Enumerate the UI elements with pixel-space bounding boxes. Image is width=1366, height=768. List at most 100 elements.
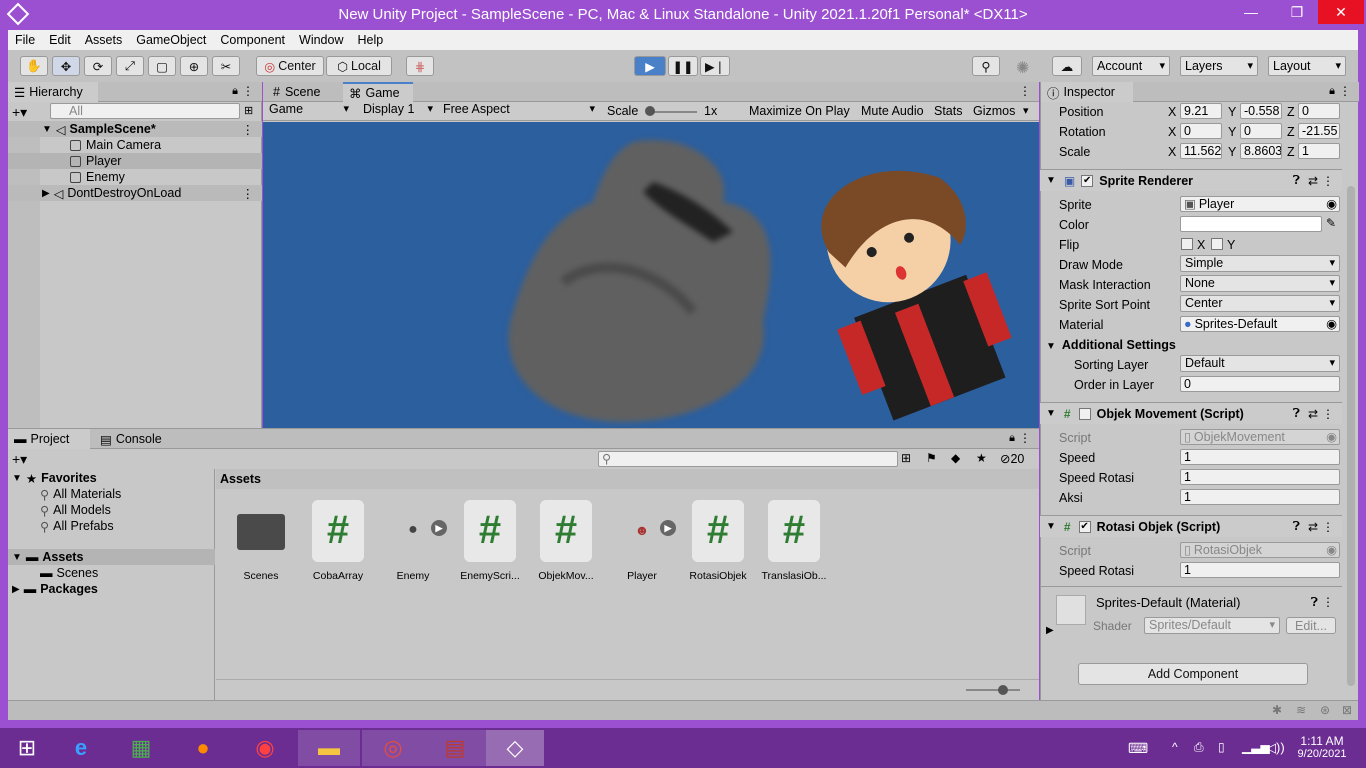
scale-x-field[interactable]: 11.562 xyxy=(1180,143,1222,159)
aksi-field[interactable]: 1 xyxy=(1180,489,1340,505)
object-picker-icon[interactable]: ◉ xyxy=(1326,197,1337,211)
inspector-menu-icon[interactable]: ⋮ xyxy=(1339,84,1351,98)
tab-game[interactable]: ⌘ Game xyxy=(343,82,413,102)
tray-chevron-icon[interactable]: ^ xyxy=(1172,740,1178,754)
color-swatch[interactable] xyxy=(1180,216,1322,232)
grid-snap-icon[interactable]: ⋕ xyxy=(406,56,434,76)
transform-tool-icon[interactable]: ⊕ xyxy=(180,56,208,76)
tab-hierarchy[interactable]: ☰ Hierarchy xyxy=(8,82,98,102)
asset-item[interactable]: ☻ ▶ Player xyxy=(607,500,677,582)
position-y-field[interactable]: -0.558 xyxy=(1240,103,1282,119)
flip-y-checkbox[interactable] xyxy=(1211,238,1223,250)
layout-dropdown[interactable]: Layout xyxy=(1268,56,1346,76)
lighting-icon[interactable]: ⊠ xyxy=(1342,703,1352,717)
rotasi-objek-header[interactable]: ▼ # ✔ Rotasi Objek (Script) ❓︎ ⇄ ⋮ xyxy=(1040,515,1342,537)
asset-item[interactable]: # RotasiObjek xyxy=(683,500,753,582)
expand-arrow-icon[interactable]: ▼ xyxy=(1046,175,1056,186)
menu-assets[interactable]: Assets xyxy=(78,30,130,50)
flip-x-checkbox[interactable] xyxy=(1181,238,1193,250)
gizmos-dropdown-icon[interactable]: ▾ xyxy=(1023,104,1029,117)
game-viewport[interactable] xyxy=(263,122,1039,428)
expand-arrow-icon[interactable]: ▼ xyxy=(1046,408,1056,419)
draw-mode-dropdown[interactable]: Simple xyxy=(1180,255,1340,272)
scale-z-field[interactable]: 1 xyxy=(1298,143,1340,159)
collapse-arrow-icon[interactable]: ▶ xyxy=(12,584,20,595)
stats-toggle[interactable]: Stats xyxy=(934,104,963,118)
menu-window[interactable]: Window xyxy=(292,30,350,50)
favorites-row[interactable]: ▼ ★ Favorites xyxy=(12,470,97,486)
store-icon[interactable]: ▦ xyxy=(114,730,168,766)
favorite-item[interactable]: ⚲ All Materials xyxy=(40,486,121,502)
add-component-button[interactable]: Add Component xyxy=(1078,663,1308,685)
create-plus-icon[interactable]: +▾ xyxy=(12,104,27,121)
expand-sprite-icon[interactable]: ▶ xyxy=(660,520,676,536)
collapse-arrow-icon[interactable]: ▶ xyxy=(42,188,50,199)
scale-slider-handle[interactable] xyxy=(645,106,655,116)
favorite-item[interactable]: ⚲ All Prefabs xyxy=(40,518,114,534)
battery-icon[interactable]: ▯ xyxy=(1218,740,1225,754)
help-icon[interactable]: ❓︎ xyxy=(1293,406,1300,421)
asset-item[interactable]: # ObjekMov... xyxy=(531,500,601,582)
menu-file[interactable]: File xyxy=(8,30,42,50)
shader-edit-button[interactable]: Edit... xyxy=(1286,617,1336,634)
material-menu-icon[interactable]: ⋮ xyxy=(1322,595,1334,609)
clock[interactable]: 1:11 AM 9/20/2021 xyxy=(1296,734,1348,760)
rotation-y-field[interactable]: 0 xyxy=(1240,123,1282,139)
favorite-star-icon[interactable]: ★ xyxy=(976,451,987,465)
tray-app-icon[interactable]: ⎙ xyxy=(1194,740,1204,755)
help-icon[interactable]: ❓︎ xyxy=(1293,173,1300,188)
speed-rotasi-field[interactable]: 1 xyxy=(1180,562,1340,578)
ddol-menu-icon[interactable]: ⋮ xyxy=(242,186,255,201)
scene-menu-icon[interactable]: ⋮ xyxy=(242,122,255,137)
menu-edit[interactable]: Edit xyxy=(42,30,78,50)
aspect-dropdown[interactable]: Free Aspect xyxy=(439,102,599,119)
step-button[interactable]: ▶❘ xyxy=(700,56,730,76)
component-menu-icon[interactable]: ⋮ xyxy=(1322,407,1334,421)
services-icon[interactable]: ✺ xyxy=(1016,58,1029,78)
scale-y-field[interactable]: 8.8603 xyxy=(1240,143,1282,159)
layers-stack-icon[interactable]: ≋ xyxy=(1296,703,1306,717)
position-x-field[interactable]: 9.21 xyxy=(1180,103,1222,119)
order-in-layer-field[interactable]: 0 xyxy=(1180,376,1340,392)
game-view-dropdown[interactable]: Game xyxy=(265,102,353,119)
maximize-on-play-toggle[interactable]: Maximize On Play xyxy=(749,104,850,118)
lock-icon[interactable]: 🔒︎ xyxy=(1009,432,1015,445)
tab-project[interactable]: ▬ Project xyxy=(8,429,90,449)
asset-item[interactable]: # TranslasiOb... xyxy=(759,500,829,582)
pivot-local-button[interactable]: ⬡ Local xyxy=(326,56,392,76)
packages-folder-row[interactable]: ▶ ▬ Packages xyxy=(8,581,98,597)
inspector-scrollbar[interactable] xyxy=(1347,186,1355,686)
object-picker-icon[interactable]: ◉ xyxy=(1326,317,1337,331)
expand-sprite-icon[interactable]: ▶ xyxy=(431,520,447,536)
account-dropdown[interactable]: Account xyxy=(1092,56,1170,76)
rotation-x-field[interactable]: 0 xyxy=(1180,123,1222,139)
speed-rotasi-field[interactable]: 1 xyxy=(1180,469,1340,485)
assets-folder-row[interactable]: ▼ ▬ Assets xyxy=(8,549,215,565)
shader-dropdown[interactable]: Sprites/Default xyxy=(1144,617,1280,634)
lock-icon[interactable]: 🔒︎ xyxy=(1329,85,1335,98)
hidden-count-badge[interactable]: ⊘20 xyxy=(1000,451,1024,466)
enabled-checkbox[interactable] xyxy=(1078,407,1091,420)
sprite-field[interactable]: ▣ Player ◉ xyxy=(1180,196,1340,212)
hierarchy-item[interactable]: Player xyxy=(8,153,262,169)
help-icon[interactable]: ❓︎ xyxy=(1293,519,1300,534)
move-tool-icon[interactable]: ✥ xyxy=(52,56,80,76)
mask-interaction-dropdown[interactable]: None xyxy=(1180,275,1340,292)
game-menu-icon[interactable]: ⋮ xyxy=(1019,84,1031,98)
hierarchy-scene-row[interactable]: ▼ ◁ SampleScene* ⋮ xyxy=(8,121,262,137)
asset-item[interactable]: # CobaArray xyxy=(303,500,373,582)
hierarchy-item[interactable]: Main Camera xyxy=(8,137,262,153)
scenes-folder-row[interactable]: ▬ Scenes xyxy=(40,565,98,581)
chrome-icon[interactable]: ◎ xyxy=(362,730,424,766)
preset-icon[interactable]: ⇄ xyxy=(1308,407,1318,421)
asset-item[interactable]: Scenes xyxy=(226,500,296,582)
breadcrumb[interactable]: Assets xyxy=(216,469,1039,489)
cache-icon[interactable]: ⊛ xyxy=(1320,703,1330,717)
icon-size-slider-handle[interactable] xyxy=(998,685,1008,695)
rotate-tool-icon[interactable]: ⟳ xyxy=(84,56,112,76)
objek-movement-header[interactable]: ▼ # Objek Movement (Script) ❓︎ ⇄ ⋮ xyxy=(1040,402,1342,424)
hierarchy-item[interactable]: Enemy xyxy=(8,169,262,185)
rotation-z-field[interactable]: -21.55 xyxy=(1298,123,1340,139)
sorting-layer-dropdown[interactable]: Default xyxy=(1180,355,1340,372)
cloud-icon[interactable]: ☁ xyxy=(1052,56,1082,76)
